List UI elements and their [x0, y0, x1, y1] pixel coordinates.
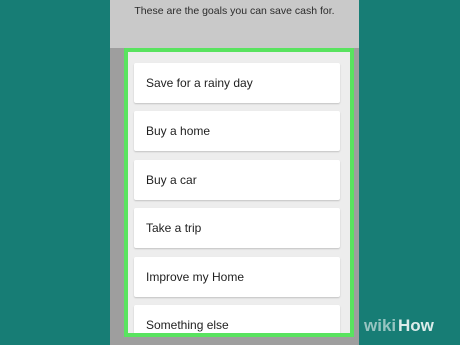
goal-item-buy-car[interactable]: Buy a car: [134, 160, 340, 200]
goal-item-improve-home[interactable]: Improve my Home: [134, 257, 340, 297]
phone-screen: These are the goals you can save cash fo…: [110, 0, 359, 345]
svg-text:How: How: [398, 316, 435, 335]
wikihow-watermark-logo: wiki How: [362, 311, 454, 339]
goal-item-buy-home[interactable]: Buy a home: [134, 111, 340, 151]
goals-subtitle: These are the goals you can save cash fo…: [134, 5, 335, 17]
goal-item-rainy-day[interactable]: Save for a rainy day: [134, 63, 340, 103]
header: These are the goals you can save cash fo…: [110, 0, 359, 48]
goal-item-take-trip[interactable]: Take a trip: [134, 208, 340, 248]
svg-text:wiki: wiki: [363, 316, 396, 335]
goal-item-something-else[interactable]: Something else: [134, 305, 340, 333]
goals-list: Save for a rainy day Buy a home Buy a ca…: [124, 48, 354, 337]
